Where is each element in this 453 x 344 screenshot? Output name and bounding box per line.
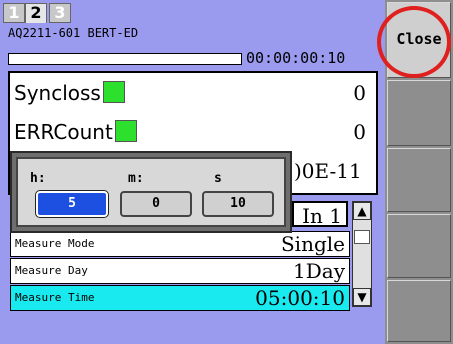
syncloss-label: Syncloss bbox=[14, 81, 101, 105]
input-select[interactable]: In 1 bbox=[292, 201, 348, 228]
syncloss-value: 0 bbox=[353, 81, 366, 105]
errcount-value: 0 bbox=[353, 120, 366, 144]
main-panel: 1 2 3 AQ2211-601 BERT-ED 00:00:00:10 Syn… bbox=[0, 0, 385, 344]
setting-key: Measure Mode bbox=[15, 237, 95, 250]
setting-value: 05:00:10 bbox=[255, 286, 345, 310]
list-scrollbar[interactable]: ▲ ▼ bbox=[352, 201, 372, 307]
hours-label: h: bbox=[30, 171, 46, 186]
close-button[interactable]: Close bbox=[387, 2, 451, 78]
soft-key-2[interactable] bbox=[387, 80, 451, 146]
soft-key-3[interactable] bbox=[387, 148, 451, 212]
setting-value: Single bbox=[280, 232, 345, 256]
list-item-measure-day[interactable]: Measure Day 1Day bbox=[10, 258, 350, 284]
minutes-label: m: bbox=[128, 171, 144, 186]
soft-key-4[interactable] bbox=[387, 214, 451, 278]
elapsed-time: 00:00:00:10 bbox=[246, 49, 346, 67]
errcount-row: ERRCount bbox=[14, 120, 137, 144]
setting-key: Measure Day bbox=[15, 264, 88, 277]
hours-field[interactable]: 5 bbox=[36, 191, 108, 217]
error-rate-value: )0E-11 bbox=[294, 159, 362, 183]
seconds-label: s bbox=[214, 171, 222, 186]
tab-bar: 1 2 3 bbox=[0, 0, 385, 23]
tab-2[interactable]: 2 bbox=[25, 3, 47, 23]
syncloss-indicator-icon bbox=[102, 81, 125, 103]
scroll-up-icon[interactable]: ▲ bbox=[353, 202, 371, 220]
minutes-field[interactable]: 0 bbox=[120, 191, 192, 217]
tab-3[interactable]: 3 bbox=[49, 3, 71, 23]
tab-1[interactable]: 1 bbox=[3, 3, 25, 23]
settings-list: Measure Mode Single Measure Day 1Day Mea… bbox=[10, 231, 350, 312]
errcount-label: ERRCount bbox=[14, 120, 113, 144]
errcount-indicator-icon bbox=[114, 120, 137, 142]
list-item-measure-mode[interactable]: Measure Mode Single bbox=[10, 231, 350, 257]
list-item-measure-time[interactable]: Measure Time 05:00:10 bbox=[10, 285, 350, 311]
time-entry-popup: h: m: s 5 0 10 bbox=[10, 151, 292, 233]
scroll-down-icon[interactable]: ▼ bbox=[353, 288, 371, 306]
measurement-progress-bar bbox=[8, 53, 242, 65]
syncloss-row: Syncloss bbox=[14, 81, 125, 105]
seconds-field[interactable]: 10 bbox=[202, 191, 274, 217]
soft-key-panel: Close bbox=[387, 0, 453, 344]
scrollbar-thumb[interactable] bbox=[354, 230, 370, 244]
time-entry-panel: h: m: s 5 0 10 bbox=[16, 157, 286, 227]
setting-value: 1Day bbox=[293, 259, 345, 283]
setting-key: Measure Time bbox=[15, 291, 95, 304]
soft-key-5[interactable] bbox=[387, 280, 451, 342]
device-title: AQ2211-601 BERT-ED bbox=[8, 26, 139, 40]
